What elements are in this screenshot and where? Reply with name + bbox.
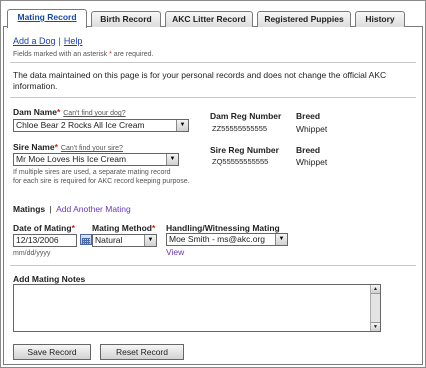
reset-record-button[interactable]: Reset Record <box>100 344 184 360</box>
chevron-down-icon: ▼ <box>166 154 178 165</box>
save-record-button[interactable]: Save Record <box>13 344 91 360</box>
handling-witnessing-select[interactable]: Moe Smith - ms@akc.org ▼ <box>166 233 288 246</box>
tab-registered-puppies[interactable]: Registered Puppies <box>257 11 351 27</box>
divider <box>10 62 416 63</box>
chevron-down-icon: ▼ <box>275 234 287 245</box>
scroll-up-icon[interactable]: ▲ <box>371 285 380 294</box>
scroll-down-icon[interactable]: ▼ <box>371 322 380 331</box>
mating-method-select[interactable]: Natural ▼ <box>92 234 157 247</box>
sire-name-select[interactable]: Mr Moe Loves His Ice Cream ▼ <box>13 153 179 166</box>
dam-reg-number-value: ZZ55555555555 <box>212 124 268 133</box>
calendar-icon[interactable] <box>80 234 92 245</box>
multiple-sires-note-line2: for each sire is required for AKC record… <box>13 178 190 185</box>
links-separator: | <box>58 36 61 46</box>
info-message: The data maintained on this page is for … <box>13 70 387 91</box>
add-another-mating-link[interactable]: Add Another Mating <box>56 204 131 214</box>
tab-bar: Mating Record Birth Record AKC Litter Re… <box>3 9 423 28</box>
handling-witnessing-label: Handling/Witnessing Mating <box>166 223 280 233</box>
sire-breed-value: Whippet <box>296 157 328 167</box>
mating-record-panel: Add a Dog | Help Fields marked with an ast… <box>3 27 423 365</box>
tab-mating-record[interactable]: Mating Record <box>7 9 87 28</box>
dam-reg-number-label: Dam Reg Number <box>210 111 282 121</box>
notes-scrollbar[interactable]: ▲ ▼ <box>370 285 380 331</box>
view-link[interactable]: View <box>166 247 184 257</box>
mating-method-label: Mating Method* <box>92 223 156 233</box>
sire-reg-number-value: ZQ55555555555 <box>212 157 269 166</box>
date-format-hint: mm/dd/yyyy <box>13 250 51 257</box>
dam-breed-value: Whippet <box>296 124 328 134</box>
dam-name-select[interactable]: Chloe Bear 2 Rocks All Ice Cream ▼ <box>13 119 189 132</box>
dam-breed-label: Breed <box>296 111 321 121</box>
cant-find-dog-link[interactable]: Can't find your dog? <box>63 110 125 117</box>
multiple-sires-note-line1: If multiple sires are used, a separate m… <box>13 169 171 176</box>
cant-find-sire-link[interactable]: Can't find your sire? <box>61 145 123 152</box>
tab-birth-record[interactable]: Birth Record <box>91 11 161 27</box>
dam-name-label: Dam Name* Can't find your dog? <box>13 107 126 117</box>
mating-notes-textarea[interactable]: ▲ ▼ <box>13 284 381 332</box>
divider <box>10 265 416 266</box>
sire-reg-number-label: Sire Reg Number <box>210 145 279 155</box>
tab-akc-litter-record[interactable]: AKC Litter Record <box>165 11 253 27</box>
divider <box>10 97 416 98</box>
date-of-mating-label: Date of Mating* <box>13 223 75 233</box>
required-fields-note: Fields marked with an asterisk * are req… <box>13 51 154 58</box>
tab-history[interactable]: History <box>355 11 405 27</box>
sire-name-label: Sire Name* Can't find your sire? <box>13 142 123 152</box>
mating-notes-label: Add Mating Notes <box>13 274 86 284</box>
date-of-mating-input[interactable]: 12/13/2006 <box>13 234 77 247</box>
chevron-down-icon: ▼ <box>144 235 156 246</box>
matings-heading: Matings | Add Another Mating <box>13 204 131 214</box>
add-dog-link[interactable]: Add a Dog <box>13 36 56 46</box>
help-link[interactable]: Help <box>64 36 83 46</box>
top-links: Add a Dog | Help <box>13 36 82 46</box>
asterisk: * <box>109 51 112 58</box>
chevron-down-icon: ▼ <box>176 120 188 131</box>
sire-breed-label: Breed <box>296 145 321 155</box>
